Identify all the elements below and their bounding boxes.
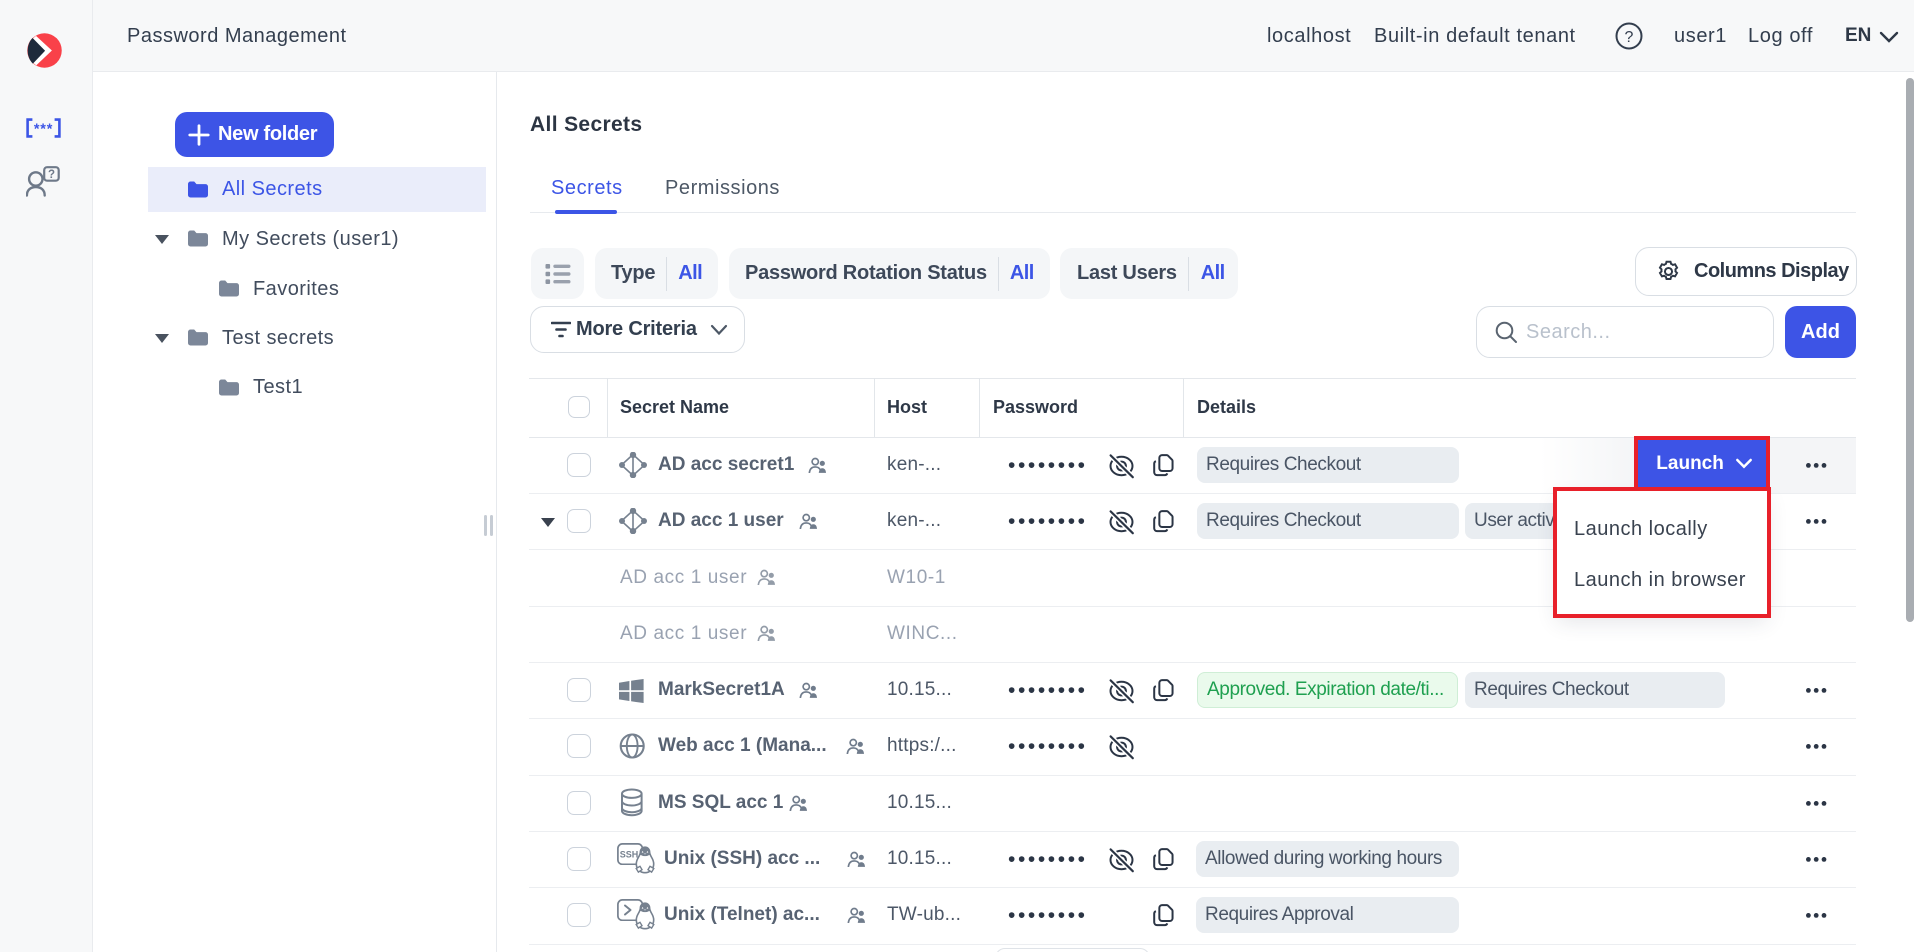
svg-text:?: ?	[1625, 29, 1634, 46]
svg-text:***: ***	[34, 122, 53, 138]
svg-text:?: ?	[48, 169, 55, 181]
